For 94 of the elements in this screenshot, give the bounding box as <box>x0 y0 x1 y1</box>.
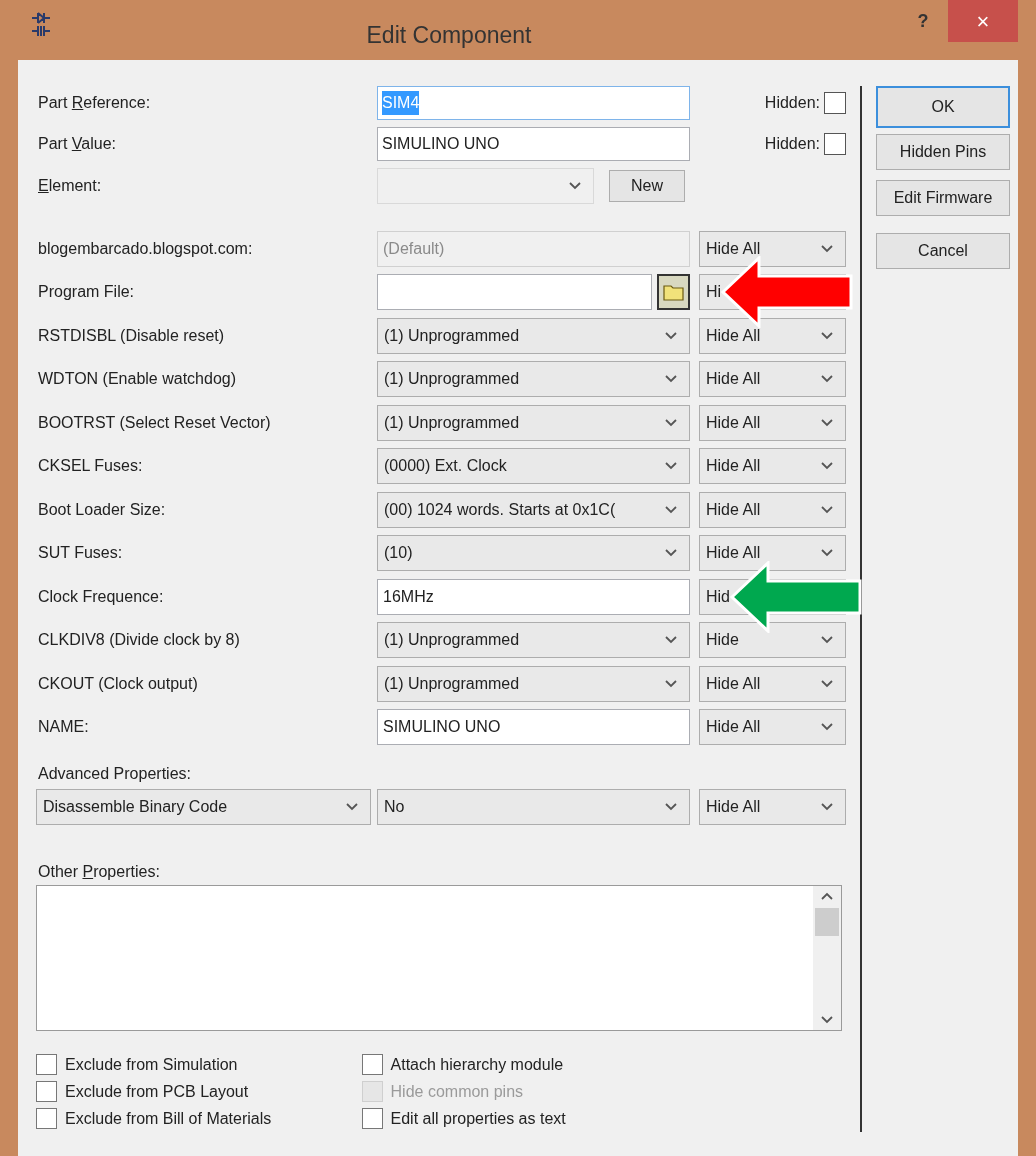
checkbox[interactable] <box>824 132 846 155</box>
input-field[interactable]: 16MHz <box>377 578 690 615</box>
component-icon <box>30 12 52 38</box>
chevron-icon <box>665 803 677 811</box>
section-label: Other Properties: <box>38 862 160 882</box>
value-dropdown[interactable]: (0000) Ext. Clock <box>377 448 690 485</box>
chevron-icon <box>665 505 677 514</box>
chevron-icon <box>821 803 833 811</box>
visibility-dropdown[interactable]: Hide All <box>699 361 846 398</box>
field-label: Part Value: <box>38 134 116 152</box>
hidden-label: Hidden: <box>764 133 820 154</box>
chevron-icon <box>665 549 677 558</box>
scrollbar[interactable] <box>813 886 841 1030</box>
visibility-dropdown[interactable]: Hide All <box>699 789 846 825</box>
checkbox[interactable] <box>36 1054 57 1075</box>
property-label: CKOUT (Clock output) <box>38 674 198 692</box>
checkbox[interactable] <box>36 1108 57 1129</box>
property-label: NAME: <box>38 718 89 736</box>
chevron-icon <box>821 375 833 384</box>
chevron-icon <box>665 636 677 645</box>
dialog-button[interactable]: Edit Firmware <box>876 180 1010 216</box>
visibility-dropdown[interactable]: Hide All <box>699 665 846 702</box>
dialog-button[interactable]: Cancel <box>876 233 1010 269</box>
property-label: CLKDIV8 (Divide clock by 8) <box>38 631 240 649</box>
checkbox-label: Exclude from Simulation <box>65 1054 238 1075</box>
scroll-down-icon[interactable] <box>821 1016 833 1024</box>
chevron-icon <box>346 803 358 811</box>
scroll-up-icon[interactable] <box>821 892 833 900</box>
property-label: WDTON (Enable watchdog) <box>38 370 236 388</box>
visibility-dropdown[interactable]: Hide All <box>699 404 846 441</box>
folder-icon <box>662 283 685 302</box>
chevron-icon <box>569 181 581 190</box>
checkbox[interactable] <box>824 91 846 114</box>
chevron-icon <box>821 723 833 732</box>
property-label: CKSEL Fuses: <box>38 457 143 475</box>
property-label: BOOTRST (Select Reset Vector) <box>38 413 271 431</box>
input-field[interactable]: SIMULINO UNO <box>377 709 690 746</box>
property-dropdown[interactable]: Disassemble Binary Code <box>36 789 371 825</box>
close-button[interactable]: × <box>948 0 1018 42</box>
chevron-icon <box>821 636 833 645</box>
checkbox-label: Attach hierarchy module <box>390 1054 564 1075</box>
value-dropdown[interactable]: No <box>377 789 690 825</box>
chevron-icon <box>821 505 833 514</box>
property-label: blogembarcado.blogspot.com: <box>38 239 253 257</box>
checkbox-label: Exclude from PCB Layout <box>65 1081 249 1102</box>
browse-button[interactable] <box>657 274 690 311</box>
visibility-dropdown[interactable]: Hide All <box>699 535 846 572</box>
chevron-icon <box>821 244 833 253</box>
checkbox-label: Exclude from Bill of Materials <box>65 1108 272 1129</box>
chevron-icon <box>665 679 677 688</box>
chevron-icon <box>665 331 677 340</box>
help-button[interactable]: ? <box>898 0 948 40</box>
property-label: Boot Loader Size: <box>38 500 166 518</box>
chevron-icon <box>821 418 833 427</box>
chevron-icon <box>821 331 833 340</box>
visibility-dropdown[interactable]: Hide All <box>699 491 846 528</box>
chevron-icon <box>821 679 833 688</box>
value-dropdown[interactable]: (1) Unprogrammed <box>377 665 690 702</box>
visibility-dropdown[interactable]: Hid <box>699 578 731 615</box>
hidden-label: Hidden: <box>764 92 820 113</box>
dialog-button[interactable]: OK <box>876 86 1010 128</box>
dialog-button[interactable]: Hidden Pins <box>876 134 1010 170</box>
field-label: Part Reference: <box>38 93 151 111</box>
chevron-icon <box>665 418 677 427</box>
property-label: SUT Fuses: <box>38 544 123 562</box>
value-dropdown[interactable]: (1) Unprogrammed <box>377 622 690 659</box>
window-title: Edit Component <box>366 21 532 50</box>
input-field[interactable]: SIMULINO UNO <box>377 126 690 161</box>
value-dropdown[interactable]: (10) <box>377 535 690 572</box>
section-label: Advanced Properties: <box>38 764 191 784</box>
visibility-dropdown[interactable]: Hide All <box>699 448 846 485</box>
checkbox[interactable] <box>36 1081 57 1102</box>
visibility-dropdown[interactable]: Hide All <box>699 709 846 746</box>
chevron-icon <box>665 375 677 384</box>
value-dropdown[interactable]: (1) Unprogrammed <box>377 361 690 398</box>
property-label: RSTDISBL (Disable reset) <box>38 326 225 344</box>
chevron-icon <box>821 462 833 471</box>
chevron-icon <box>821 549 833 558</box>
checkbox-label: Hide common pins <box>390 1081 524 1102</box>
value-dropdown[interactable]: (1) Unprogrammed <box>377 317 690 354</box>
value-dropdown[interactable]: (00) 1024 words. Starts at 0x1C( <box>377 491 690 528</box>
property-label: Program File: <box>38 283 135 301</box>
checkbox[interactable] <box>361 1108 383 1129</box>
checkbox[interactable] <box>361 1054 383 1075</box>
input-field[interactable] <box>377 274 652 311</box>
chevron-icon <box>665 462 677 471</box>
visibility-dropdown[interactable]: Hide All <box>699 317 846 354</box>
value-dropdown[interactable]: (1) Unprogrammed <box>377 404 690 441</box>
property-label: Clock Frequence: <box>38 587 164 605</box>
visibility-dropdown[interactable]: Hi <box>699 274 723 311</box>
scroll-thumb[interactable] <box>815 908 839 936</box>
visibility-dropdown[interactable]: Hide <box>699 622 846 659</box>
checkbox-label: Edit all properties as text <box>390 1108 566 1129</box>
field-label: Element: <box>38 176 102 194</box>
